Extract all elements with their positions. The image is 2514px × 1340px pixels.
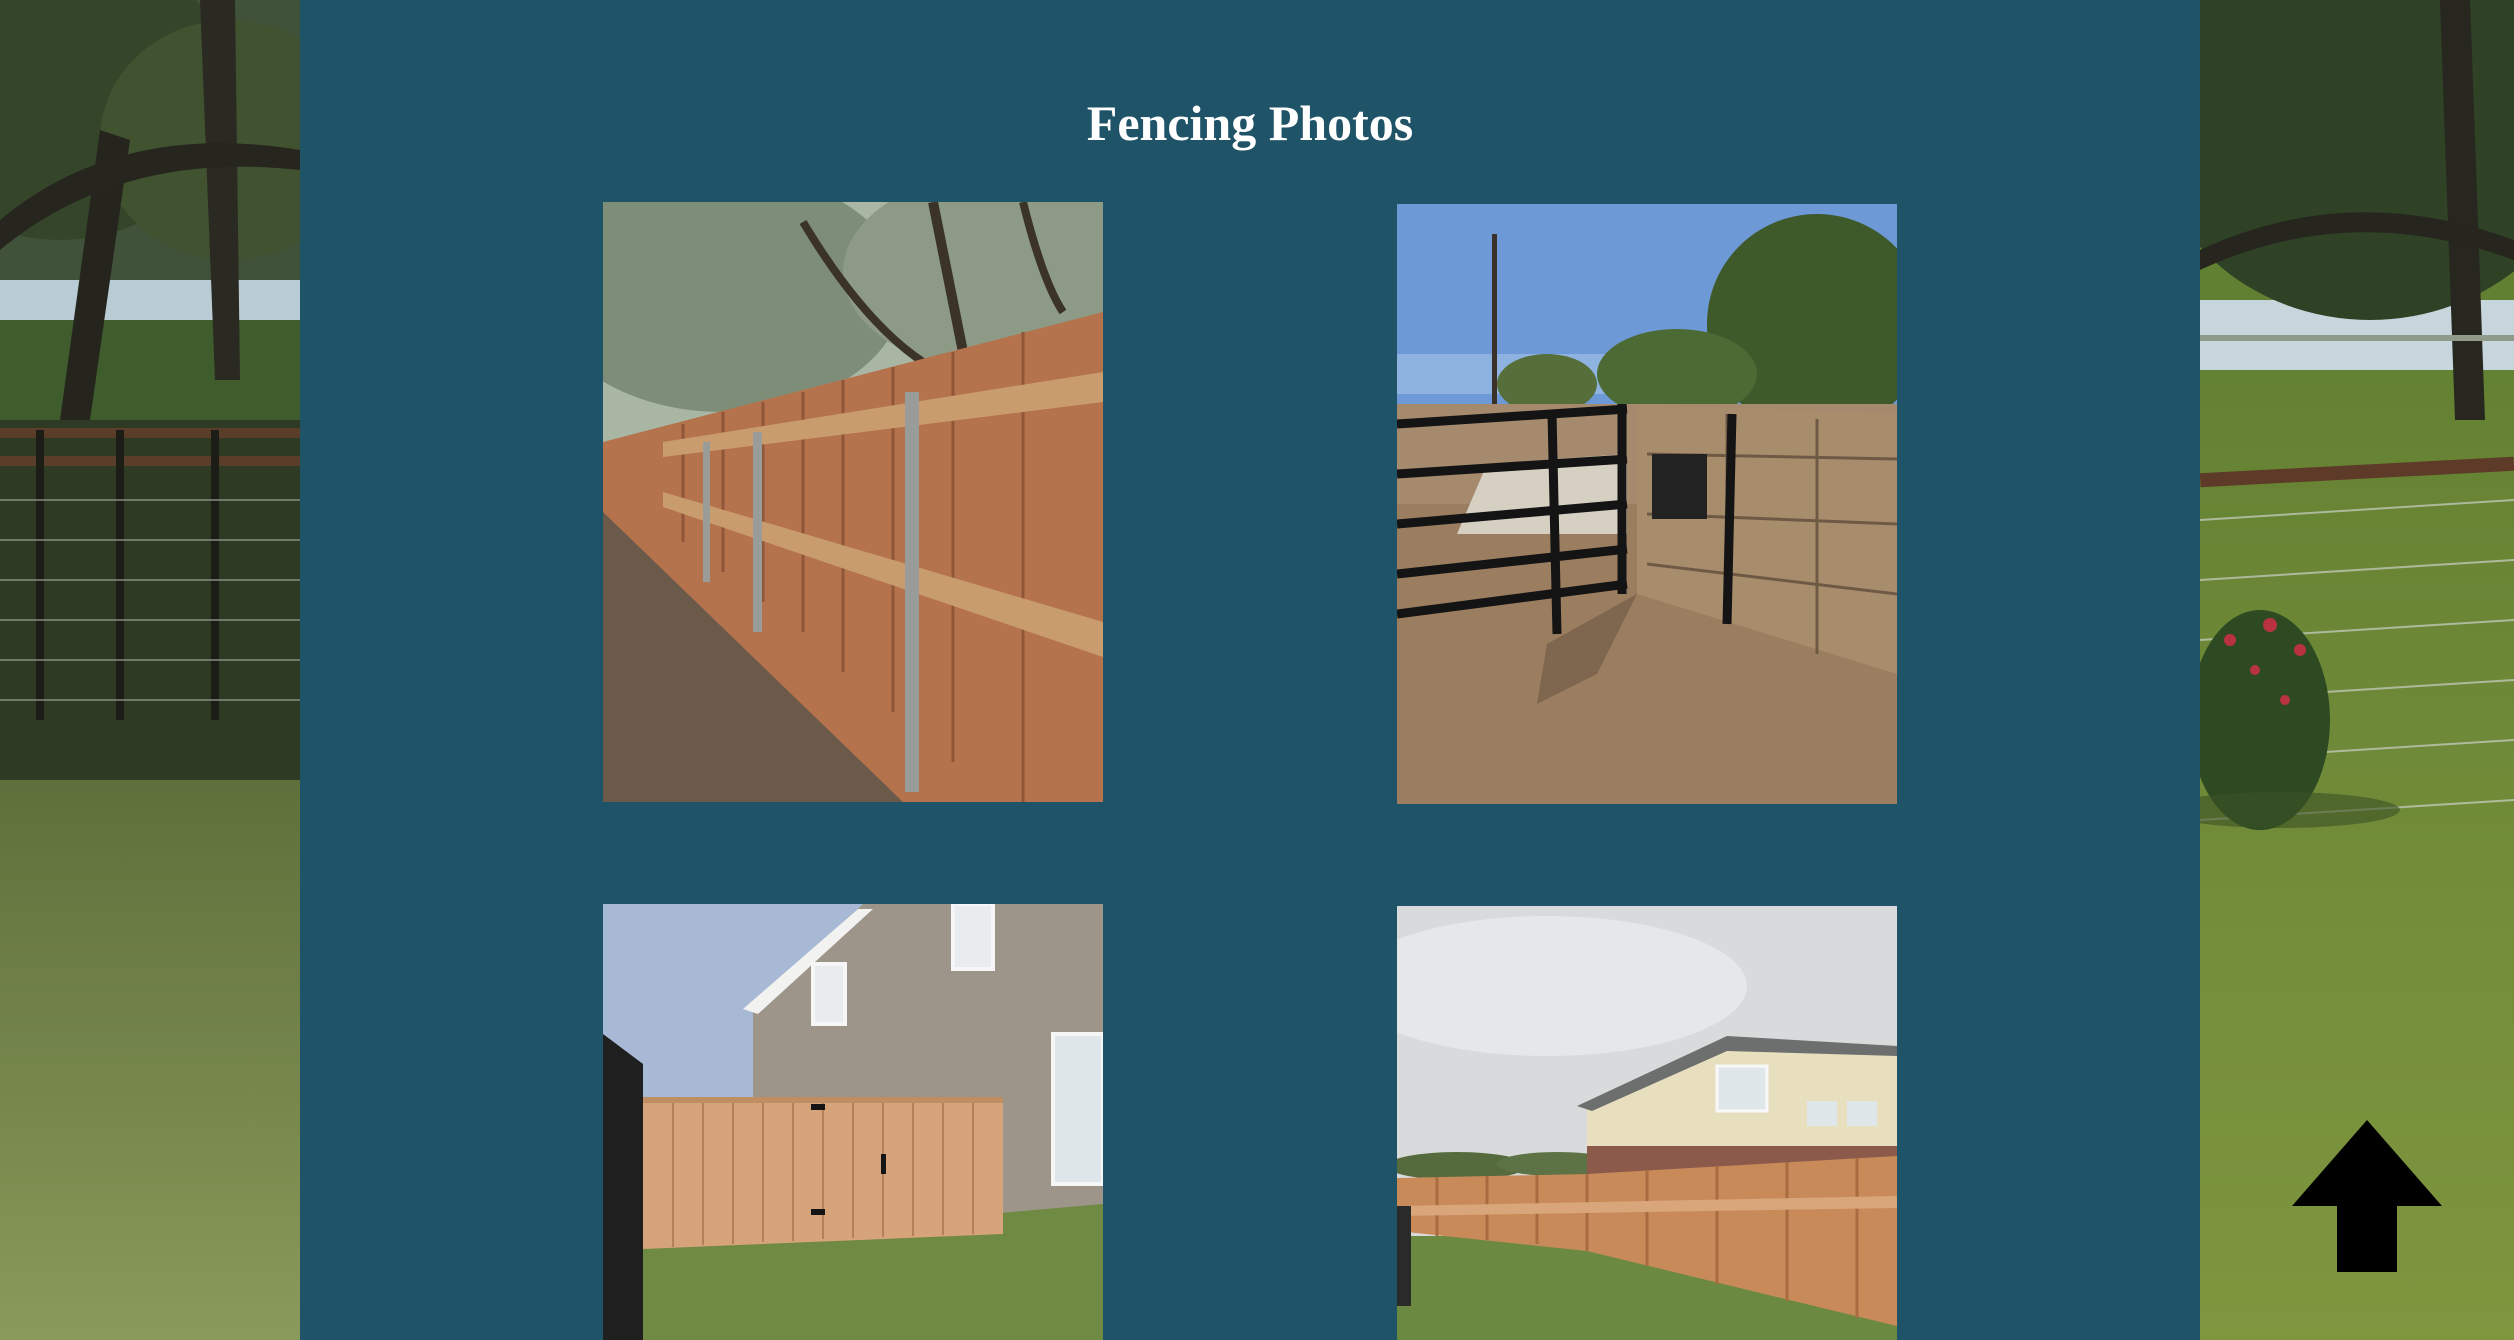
arrow-up-icon [2292,1120,2442,1272]
background-scenery-left [0,0,300,1340]
back-to-top-button[interactable] [2292,1120,2442,1272]
gallery-panel: Fencing Photos [300,0,2200,1340]
page-title: Fencing Photos [1086,95,1414,151]
fence-photo-new-house[interactable] [1397,906,1897,1340]
fence-photo-metal-gate[interactable] [1397,204,1897,804]
fence-photo-wood-privacy[interactable] [603,202,1103,802]
fence-photo-backyard-gate[interactable] [603,904,1103,1340]
